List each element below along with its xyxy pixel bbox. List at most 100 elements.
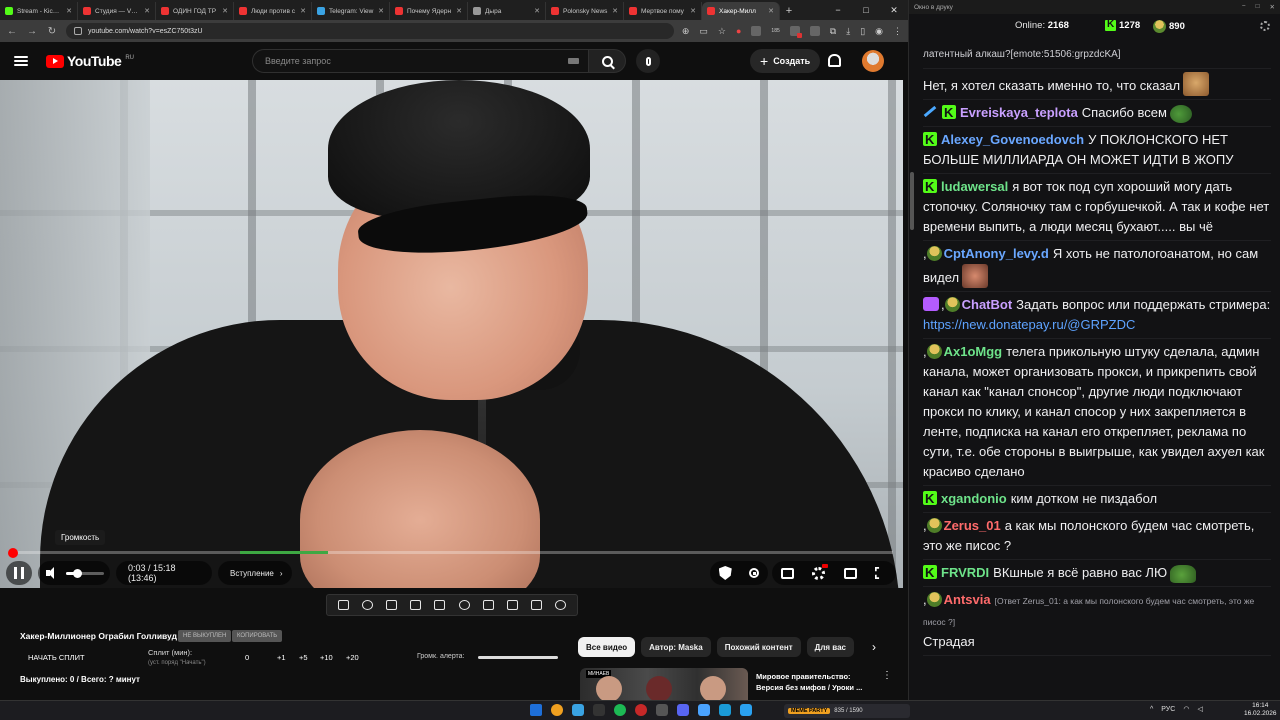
voice-search-button[interactable] (636, 49, 660, 73)
taskbar-app-icon-7[interactable] (677, 704, 689, 716)
copy-button[interactable]: КОПИРОВАТЬ (232, 630, 283, 642)
chip-all-videos[interactable]: Все видео (578, 637, 636, 657)
alert-volume-slider[interactable] (478, 656, 558, 659)
tab-close-icon[interactable]: ✕ (768, 7, 774, 15)
tab-close-icon[interactable]: ✕ (534, 7, 540, 15)
split-plus-5-button[interactable]: +5 (299, 653, 308, 662)
chat-username[interactable]: Alexey_Govenoedovch (941, 132, 1084, 147)
volume-icon[interactable] (46, 567, 58, 579)
tab-close-icon[interactable]: ✕ (300, 7, 306, 15)
wifi-icon[interactable]: ◠ (1183, 705, 1189, 713)
forward-icon[interactable]: → (26, 26, 38, 37)
cast-icon[interactable]: ▭ (699, 26, 708, 37)
chat-username[interactable]: Ax1oMgg (944, 344, 1003, 359)
chat-username[interactable]: xgandonio (941, 491, 1007, 506)
volume-knob[interactable] (73, 568, 83, 578)
taskbar-app-icon-1[interactable] (551, 704, 563, 716)
extension-settings-icon[interactable] (555, 600, 567, 610)
recommendation-more-icon[interactable]: ⋮ (882, 670, 892, 681)
chat-username[interactable]: FRVRDI (941, 565, 989, 580)
search-input[interactable] (252, 49, 588, 73)
taskbar-app-icon-9[interactable] (719, 704, 731, 716)
site-info-icon[interactable] (74, 27, 82, 35)
tab-close-icon[interactable]: ✕ (222, 7, 228, 15)
chip-author[interactable]: Автор: Maska (641, 637, 711, 657)
browser-tab-0[interactable]: Stream - Kick D ✕ (0, 2, 78, 20)
tab-close-icon[interactable]: ✕ (66, 7, 72, 15)
split-value-0[interactable]: 0 (245, 653, 249, 662)
picture-in-picture-icon[interactable] (410, 600, 422, 610)
chat-link[interactable]: https://new.donatepay.ru/@GRPZDC (923, 317, 1135, 332)
chip-similar[interactable]: Похожий контент (716, 637, 801, 657)
chat-username[interactable]: Evreiskaya_teplota (960, 105, 1078, 120)
tray-lang[interactable]: РУС (1161, 706, 1175, 713)
browser-tab-3[interactable]: Люди против с ✕ (234, 2, 312, 20)
tray-chevron-icon[interactable]: ^ (1150, 706, 1153, 713)
chat-username[interactable]: CptAnony_levy.d (944, 246, 1049, 261)
sponsorblock-shield-icon[interactable] (718, 566, 732, 580)
theater-mode-icon[interactable] (843, 567, 857, 579)
ext-screenshot-icon[interactable] (789, 26, 802, 38)
taskbar-app-icon-0[interactable] (530, 704, 542, 716)
flask-icon[interactable] (531, 600, 543, 610)
chapter-button[interactable]: Вступление › (218, 561, 292, 585)
sidebar-icon[interactable]: ▯ (860, 26, 865, 37)
loop-icon[interactable] (337, 600, 349, 610)
taskbar-app-icon-5[interactable] (635, 704, 647, 716)
camera-screenshot-icon[interactable] (506, 600, 518, 610)
ext-red-icon[interactable]: ● (736, 26, 741, 36)
chat-username[interactable]: ChatBot (962, 297, 1013, 312)
browser-tab-6[interactable]: Дыра ✕ (468, 2, 546, 20)
browser-tab-5[interactable]: Почему Ядерн ✕ (390, 2, 468, 20)
minimize-button[interactable]: − (824, 5, 852, 15)
tab-close-icon[interactable]: ✕ (612, 7, 618, 15)
recommendation-thumbnail[interactable]: МИНАЕВ (580, 668, 748, 700)
taskbar-app-icon-8[interactable] (698, 704, 710, 716)
maximize-button[interactable]: □ (852, 5, 880, 15)
browser-tab-1[interactable]: Студия — VK В ✕ (78, 2, 156, 20)
recommendation-title[interactable]: Мировое правительство: Версия без мифов … (756, 671, 878, 693)
new-tab-button[interactable]: + (780, 2, 798, 20)
pause-button[interactable] (6, 561, 32, 585)
taskbar-app-icon-3[interactable] (593, 704, 605, 716)
chat-minimize-button[interactable]: − (1242, 3, 1246, 11)
audio-boost-icon[interactable] (361, 600, 373, 610)
taskbar-app-icon-10[interactable] (740, 704, 752, 716)
reload-icon[interactable]: ↻ (46, 26, 58, 37)
chat-username[interactable]: Zerus_01 (944, 518, 1001, 533)
browser-tab-4[interactable]: Telegram: View ✕ (312, 2, 390, 20)
browser-tab-7[interactable]: Polonsky News ✕ (546, 2, 624, 20)
profile-icon[interactable]: ◉ (875, 26, 883, 37)
back-icon[interactable]: ← (6, 26, 18, 37)
chat-close-button[interactable]: ✕ (1270, 3, 1275, 11)
progress-scrubber[interactable] (7, 547, 18, 558)
taskbar-app-icon-2[interactable] (572, 704, 584, 716)
start-split-button[interactable]: НАЧАТЬ СПЛИТ (28, 653, 85, 662)
url-field[interactable]: youtube.com/watch?v=esZC750t3zU (66, 23, 674, 39)
fullscreen-icon[interactable] (874, 567, 880, 579)
menu-hamburger-icon[interactable] (14, 56, 28, 66)
menu-kebab-icon[interactable]: ⋮ (893, 26, 902, 37)
chat-settings-icon[interactable] (1260, 21, 1270, 31)
subtitles-icon[interactable] (781, 567, 795, 579)
split-plus-1-button[interactable]: +1 (277, 653, 286, 662)
speaker-icon[interactable]: ◁ (1197, 705, 1202, 713)
chat-username[interactable]: Antsvia (944, 592, 991, 607)
progress-bar[interactable] (7, 547, 893, 558)
browser-tab-8[interactable]: Мертвое пому ✕ (624, 2, 702, 20)
taskbar-clock[interactable]: 16:14 16.02.2026 (1244, 702, 1277, 718)
volume-slider[interactable] (66, 568, 104, 578)
zoom-icon[interactable]: ⊕ (682, 26, 690, 37)
chip-for-you[interactable]: Для вас (806, 637, 855, 657)
chat-maximize-button[interactable]: □ (1256, 3, 1260, 11)
search-button[interactable] (588, 49, 626, 73)
tab-close-icon[interactable]: ✕ (144, 7, 150, 15)
tab-close-icon[interactable]: ✕ (456, 7, 462, 15)
ext-counter-icon[interactable] (751, 26, 762, 36)
meme-party-widget[interactable]: MEME PARTY 835 / 1590 (784, 704, 910, 718)
download-icon[interactable]: ⤓ (846, 26, 850, 37)
video-clip-icon[interactable] (385, 600, 397, 610)
browser-tab-2[interactable]: ОДИН ГОД ТР ✕ (156, 2, 234, 20)
bookmark-star-icon[interactable]: ☆ (718, 26, 726, 37)
settings-gear-icon[interactable] (812, 563, 829, 580)
